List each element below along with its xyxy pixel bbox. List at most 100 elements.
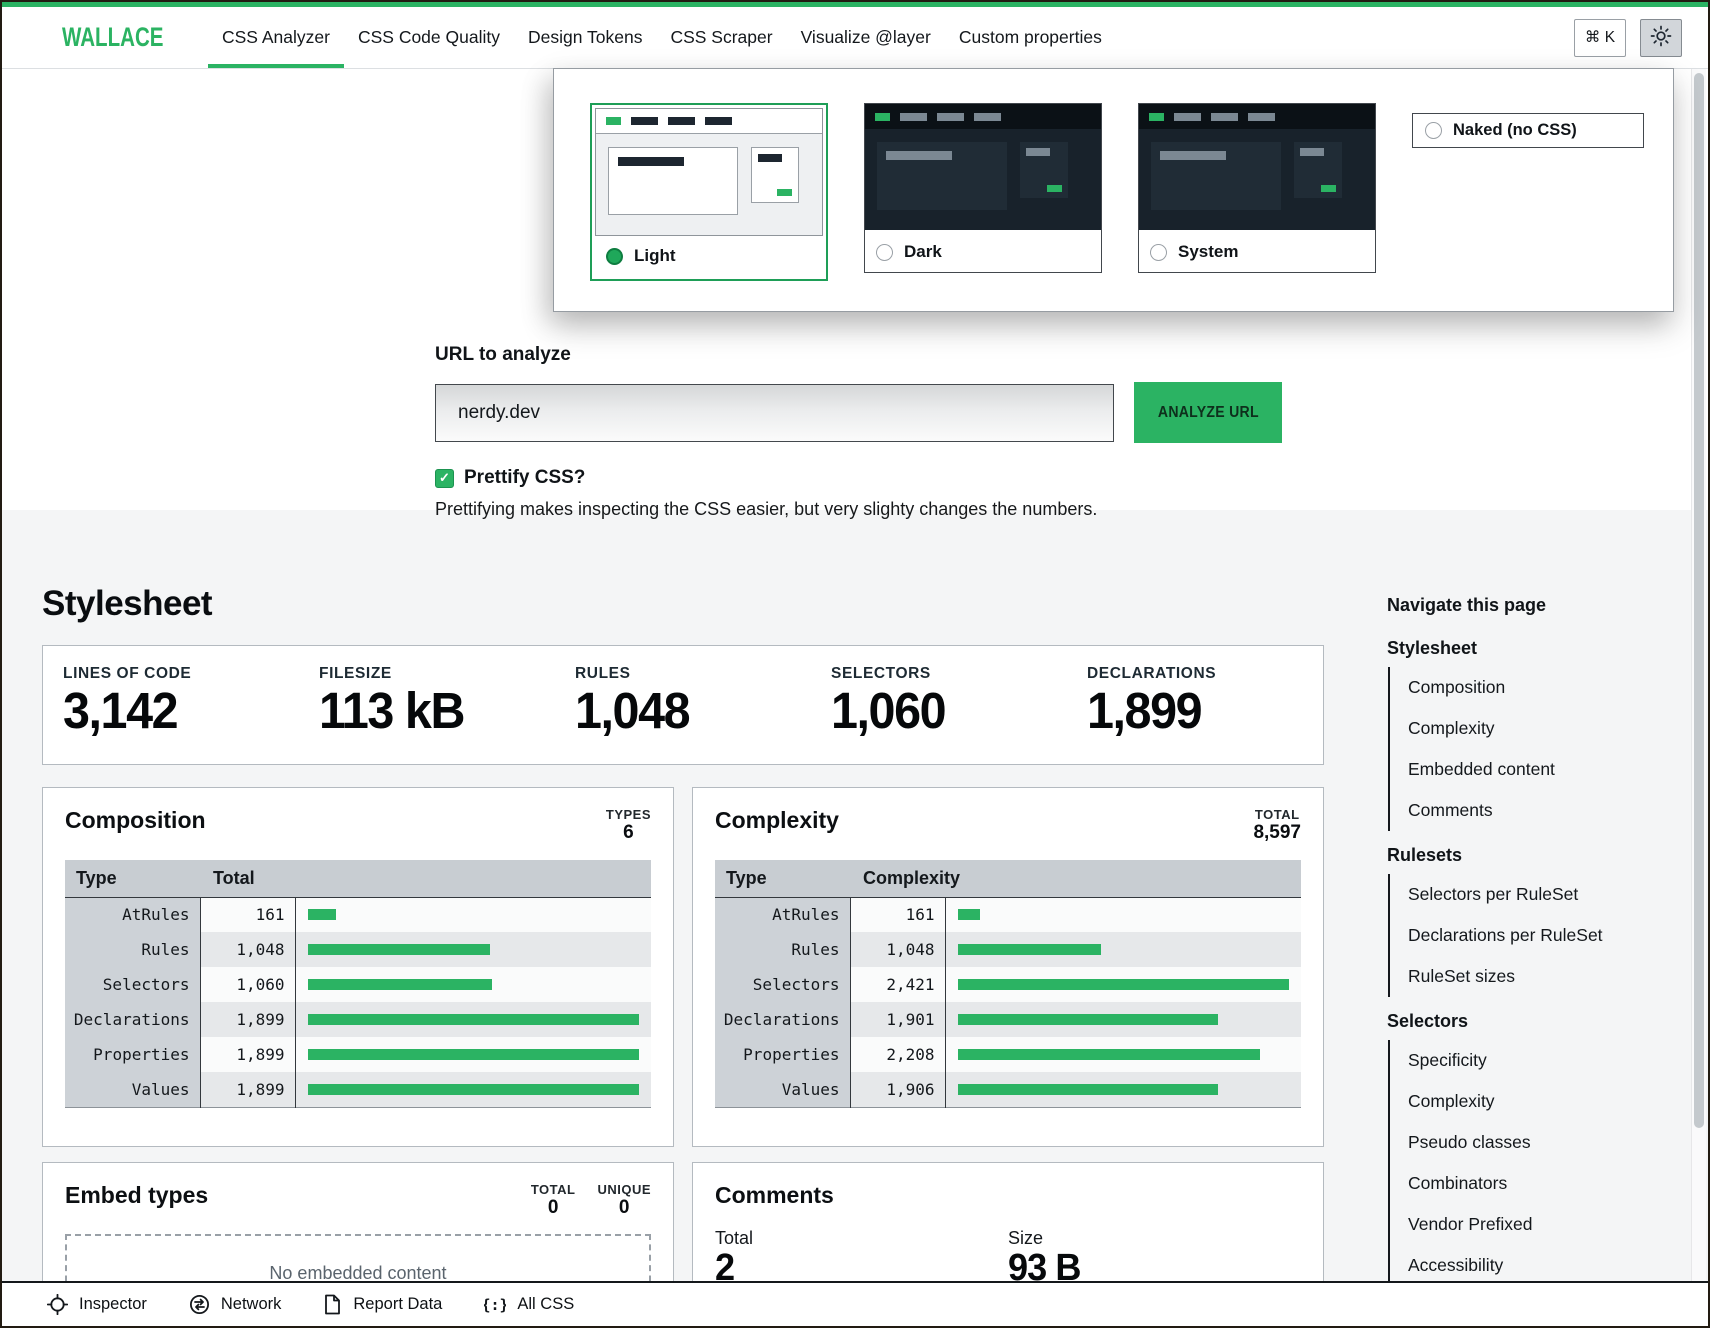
comments-size-value: 93 B <box>1008 1249 1286 1281</box>
naked-radio[interactable] <box>1425 122 1442 139</box>
comments-total-label: Total <box>715 1228 1008 1249</box>
sun-icon <box>1650 25 1672 50</box>
stat: LINES OF CODE 3,142 <box>43 665 299 764</box>
nav-item[interactable]: CSS Scraper <box>656 7 786 68</box>
system-label: System <box>1178 242 1238 262</box>
embed-types-panel: Embed types TOTAL 0 UNIQUE 0 No embedded… <box>42 1162 674 1281</box>
value-bar <box>958 1049 1260 1060</box>
nav-item[interactable]: CSS Analyzer <box>208 7 344 68</box>
stat-label: FILESIZE <box>319 665 555 683</box>
value-bar <box>958 1014 1218 1025</box>
sidebar-link[interactable]: Pseudo classes <box>1390 1122 1657 1163</box>
system-radio[interactable] <box>1150 244 1167 261</box>
sidebar-link[interactable]: Vendor Prefixed <box>1390 1204 1657 1245</box>
sidebar-link[interactable]: Comments <box>1390 790 1657 831</box>
system-theme-preview <box>1139 104 1375 232</box>
light-label: Light <box>634 246 676 266</box>
table-row: Rules 1,048 <box>65 932 651 967</box>
composition-title: Composition <box>65 807 206 834</box>
sidebar-link[interactable]: Specificity <box>1390 1040 1657 1081</box>
dark-radio[interactable] <box>876 244 893 261</box>
theme-option-dark[interactable]: Dark <box>864 103 1102 273</box>
theme-option-light[interactable]: Light <box>590 103 828 281</box>
sidebar-link[interactable]: Accessibility <box>1390 1245 1657 1281</box>
theme-picker-popover: Light Dark <box>553 68 1674 312</box>
page-title: Stylesheet <box>42 584 212 624</box>
table-row: Properties 1,899 <box>65 1037 651 1072</box>
table-row: AtRules 161 <box>715 897 1301 932</box>
nav-item[interactable]: Design Tokens <box>514 7 656 68</box>
sidebar-heading[interactable]: Stylesheet <box>1387 638 1657 659</box>
theme-option-system[interactable]: System <box>1138 103 1376 273</box>
comments-total-value: 2 <box>715 1249 993 1281</box>
brand-accent-line <box>2 2 1708 7</box>
embed-unique-label: UNIQUE <box>597 1182 651 1197</box>
sidebar-link[interactable]: Selectors per RuleSet <box>1390 874 1657 915</box>
light-radio[interactable] <box>606 248 623 265</box>
theme-option-naked[interactable]: Naked (no CSS) <box>1412 113 1644 148</box>
stat-label: DECLARATIONS <box>1087 665 1323 683</box>
theme-toggle-button[interactable] <box>1640 19 1682 57</box>
stat-label: SELECTORS <box>831 665 1067 683</box>
table-row: Declarations 1,899 <box>65 1002 651 1037</box>
value-bar <box>308 979 493 990</box>
types-value: 6 <box>606 822 651 844</box>
stat-label: LINES OF CODE <box>63 665 299 683</box>
sidebar-link[interactable]: Composition <box>1390 667 1657 708</box>
analyze-url-button[interactable]: ANALYZE URL <box>1134 382 1282 443</box>
nav-item[interactable]: CSS Code Quality <box>344 7 514 68</box>
embed-total-value: 0 <box>531 1197 576 1219</box>
sidebar-link[interactable]: Declarations per RuleSet <box>1390 915 1657 956</box>
stat-value: 1,899 <box>1087 683 1311 738</box>
inspector-tab[interactable]: Inspector <box>47 1294 147 1315</box>
composition-table: TypeTotal AtRules 161 Rules 1,048 Select… <box>65 860 651 1108</box>
report-data-tab[interactable]: Report Data <box>323 1294 442 1315</box>
dark-label: Dark <box>904 242 942 262</box>
composition-panel: Composition TYPES 6 TypeTotal AtRules 16… <box>42 787 674 1147</box>
prettify-label: Prettify CSS? <box>464 467 585 489</box>
sidebar-nav: Navigate this pageStylesheet Composition… <box>1387 595 1657 1281</box>
all-css-icon: {:} <box>484 1294 506 1315</box>
sidebar-heading[interactable]: Rulesets <box>1387 845 1657 866</box>
all-css-tab[interactable]: {:} All CSS <box>484 1294 574 1315</box>
comments-size-label: Size <box>1008 1228 1301 1249</box>
value-bar <box>958 909 980 920</box>
sidebar-link[interactable]: Combinators <box>1390 1163 1657 1204</box>
naked-label: Naked (no CSS) <box>1453 121 1577 140</box>
scrollbar-thumb[interactable] <box>1694 73 1704 1128</box>
sidebar-link[interactable]: Complexity <box>1390 708 1657 749</box>
comments-title: Comments <box>715 1182 834 1209</box>
sidebar-heading[interactable]: Selectors <box>1387 1011 1657 1032</box>
table-row: Declarations 1,901 <box>715 1002 1301 1037</box>
inspector-icon <box>47 1294 68 1315</box>
sidebar-link[interactable]: Complexity <box>1390 1081 1657 1122</box>
value-bar <box>958 944 1102 955</box>
nav-item[interactable]: Custom properties <box>945 7 1116 68</box>
table-row: Values 1,906 <box>715 1072 1301 1107</box>
nav-item[interactable]: Visualize @layer <box>787 7 945 68</box>
types-label: TYPES <box>606 807 651 822</box>
stat-label: RULES <box>575 665 811 683</box>
value-bar <box>308 1049 640 1060</box>
top-navbar: WALLACE CSS AnalyzerCSS Code QualityDesi… <box>2 7 1708 69</box>
stat-value: 3,142 <box>63 683 287 738</box>
table-row: Values 1,899 <box>65 1072 651 1107</box>
prettify-help-text: Prettifying makes inspecting the CSS eas… <box>435 499 1097 520</box>
url-input[interactable] <box>435 384 1114 442</box>
stat: FILESIZE 113 kB <box>299 665 555 764</box>
network-tab[interactable]: Network <box>189 1294 282 1315</box>
stat: SELECTORS 1,060 <box>811 665 1067 764</box>
embed-unique-value: 0 <box>597 1197 651 1219</box>
value-bar <box>958 979 1290 990</box>
value-bar <box>308 909 336 920</box>
prettify-checkbox[interactable]: ✓ <box>435 469 454 488</box>
command-k-button[interactable]: ⌘ K <box>1574 19 1626 57</box>
page-scrollbar[interactable] <box>1691 68 1706 1285</box>
total-value: 8,597 <box>1253 822 1301 844</box>
stat: RULES 1,048 <box>555 665 811 764</box>
total-label: TOTAL <box>1253 807 1301 822</box>
complexity-title: Complexity <box>715 807 839 834</box>
table-row: Rules 1,048 <box>715 932 1301 967</box>
sidebar-link[interactable]: Embedded content <box>1390 749 1657 790</box>
sidebar-link[interactable]: RuleSet sizes <box>1390 956 1657 997</box>
